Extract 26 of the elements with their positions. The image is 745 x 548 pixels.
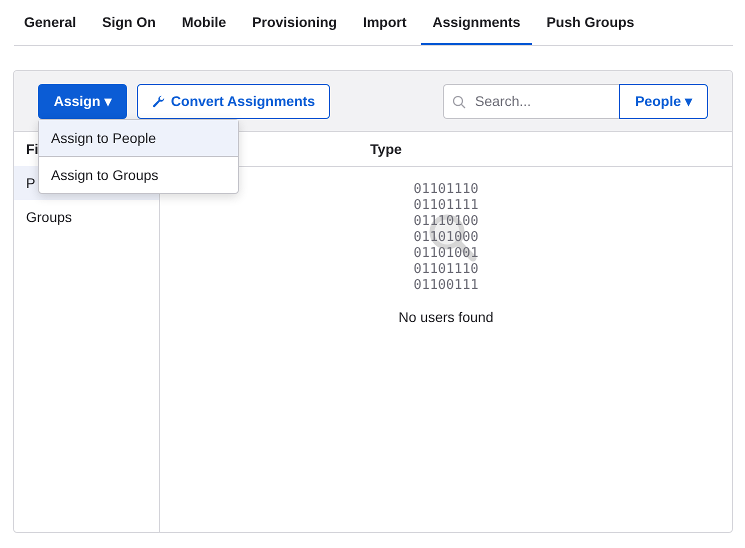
column-header: Type (370, 141, 402, 157)
sidebar-item[interactable]: Groups (14, 200, 159, 234)
tab[interactable]: Push Groups (534, 0, 646, 45)
menu-item[interactable]: Assign to Groups (39, 156, 238, 193)
tab[interactable]: Assignments (420, 0, 532, 45)
assign-button[interactable]: Assign ▾ (38, 84, 127, 118)
binary-text: 01101110 (413, 261, 479, 277)
tab[interactable]: Mobile (170, 0, 238, 45)
tab[interactable]: Sign On (90, 0, 168, 45)
people-filter-button[interactable]: People ▾ (619, 84, 708, 118)
search-field[interactable]: Search... (443, 84, 619, 118)
filter-heading: Fi (26, 141, 38, 157)
binary-text: 01101000 (413, 229, 479, 245)
tab[interactable]: Import (350, 0, 419, 45)
binary-text: 01101111 (413, 197, 479, 213)
empty-message: No users found (398, 309, 494, 325)
menu-item[interactable]: Assign to People (39, 120, 238, 156)
tab[interactable]: General (14, 0, 88, 45)
binary-text: 01101110 (413, 181, 479, 197)
binary-text: 01101001 (413, 245, 479, 261)
binary-text: 01110100 (413, 213, 479, 229)
search-icon (452, 94, 466, 108)
binary-text: 01100111 (413, 277, 479, 293)
wrench-icon (152, 94, 165, 108)
convert-assignments-button[interactable]: Convert Assignments (137, 84, 330, 118)
tab[interactable]: Provisioning (240, 0, 349, 45)
